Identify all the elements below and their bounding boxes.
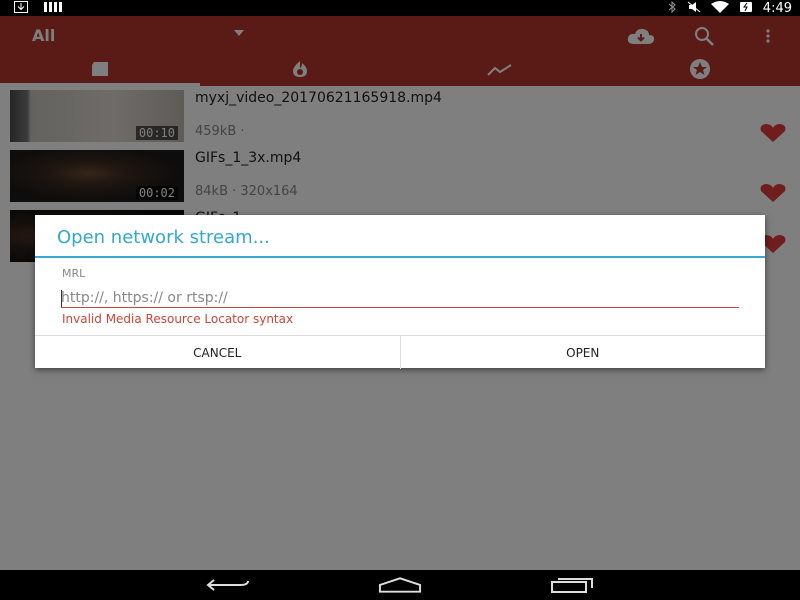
dialog-title-divider bbox=[35, 256, 765, 258]
mrl-input-underline bbox=[61, 307, 739, 308]
wifi-icon bbox=[710, 0, 729, 16]
navigation-bar bbox=[0, 570, 800, 600]
bluetooth-icon bbox=[667, 0, 677, 16]
mrl-input[interactable] bbox=[61, 288, 739, 308]
mrl-label: MRL bbox=[62, 267, 86, 280]
download-icon bbox=[14, 1, 28, 16]
recents-icon[interactable] bbox=[550, 576, 594, 594]
mute-icon bbox=[687, 1, 701, 16]
back-icon[interactable] bbox=[206, 576, 250, 594]
cancel-button[interactable]: CANCEL bbox=[35, 336, 400, 369]
mrl-error-text: Invalid Media Resource Locator syntax bbox=[62, 312, 294, 326]
status-bar: 4:49 bbox=[0, 0, 800, 16]
status-time: 4:49 bbox=[762, 0, 792, 16]
open-button[interactable]: OPEN bbox=[399, 336, 766, 369]
battery-icon bbox=[739, 1, 753, 16]
signal-bars-icon bbox=[44, 1, 62, 16]
network-stream-dialog: Open network stream... MRL Invalid Media… bbox=[35, 215, 765, 369]
home-icon[interactable] bbox=[378, 576, 422, 594]
text-caret bbox=[61, 290, 62, 307]
dialog-button-bar: CANCEL OPEN bbox=[35, 335, 765, 369]
dialog-title: Open network stream... bbox=[57, 227, 270, 248]
